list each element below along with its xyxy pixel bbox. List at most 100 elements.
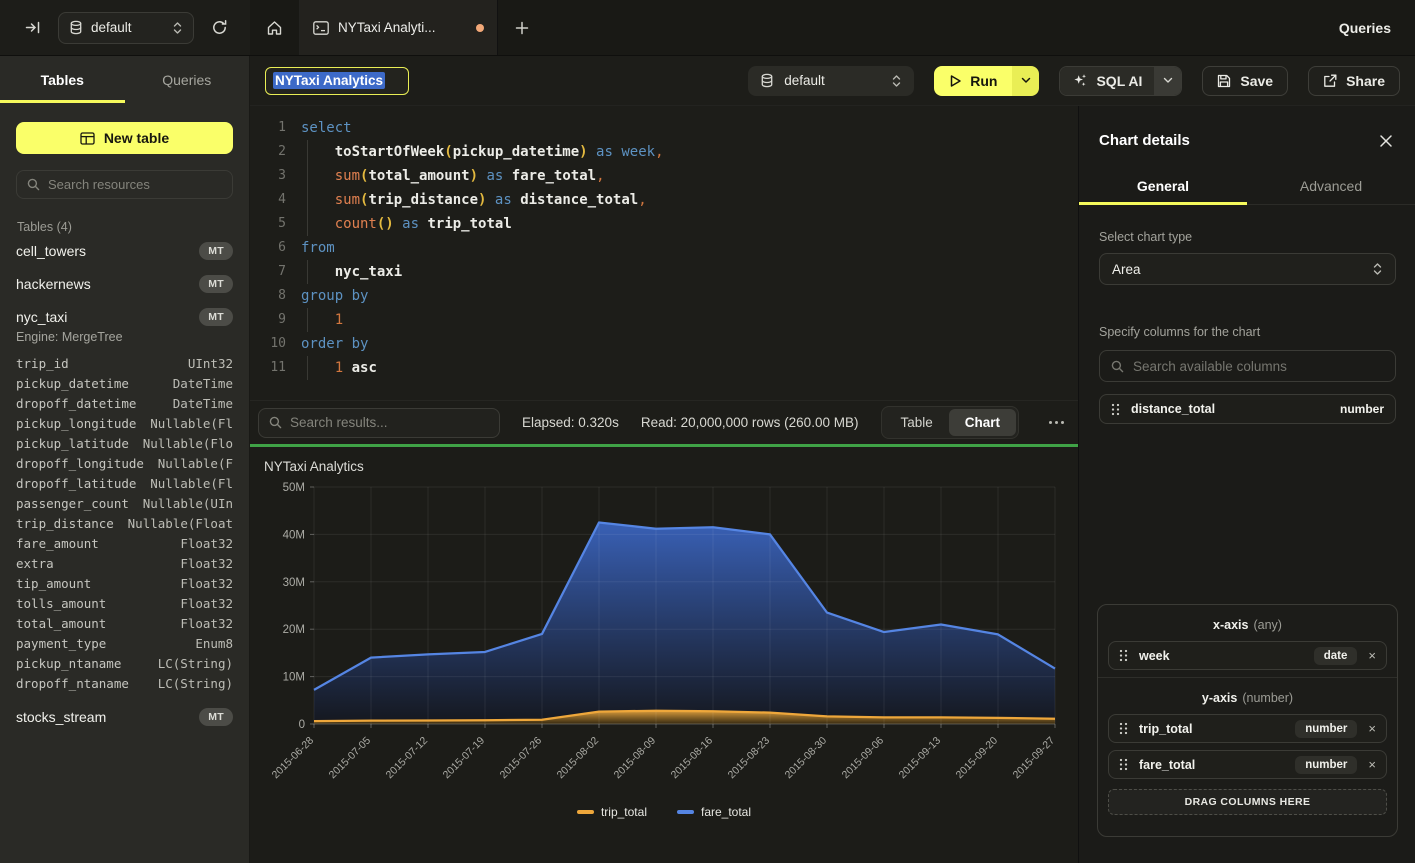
topbar-right: Queries [1313, 0, 1415, 55]
code-token: nyc_taxi [335, 264, 402, 280]
new-table-label: New table [104, 130, 169, 146]
code-token: () [377, 216, 394, 232]
column-name: trip_total [1139, 722, 1192, 736]
indent [301, 192, 335, 208]
sql-ai-options-button[interactable] [1154, 67, 1181, 95]
remove-column-button[interactable]: × [1368, 758, 1376, 771]
code-token: toStartOfWeek [335, 144, 445, 160]
save-button[interactable]: Save [1202, 66, 1288, 96]
code-content: sum(total_amount) as fare_total, [286, 164, 605, 188]
y-axis-item-fare_total[interactable]: fare_totalnumber× [1108, 750, 1387, 779]
column-name: fare_amount [16, 534, 99, 554]
x-tick-label: 2015-07-19 [441, 735, 488, 782]
table-item-hackernews[interactable]: hackernews MT [16, 267, 233, 300]
code-line: 11 1 asc [250, 356, 1078, 380]
code-token: distance_total [520, 192, 638, 208]
legend-item-fare_total[interactable]: fare_total [677, 805, 751, 819]
column-row: dropoff_latitudeNullable(Fl [16, 474, 233, 494]
results-more-button[interactable] [1049, 421, 1064, 424]
x-tick-label: 2015-07-26 [498, 735, 545, 782]
column-name: extra [16, 554, 54, 574]
select-chevrons-icon [891, 74, 902, 88]
topbar-left: default [0, 0, 250, 55]
code-token: ) [579, 144, 587, 160]
database-selector-query[interactable]: default [748, 66, 914, 96]
code-line: 5 count() as trip_total [250, 212, 1078, 236]
share-button[interactable]: Share [1308, 66, 1400, 96]
column-type: Nullable(UIn [143, 494, 233, 514]
queries-button-label: Queries [1339, 20, 1391, 36]
code-token [394, 216, 402, 232]
tab-general[interactable]: General [1079, 171, 1247, 204]
column-row: pickup_ntanameLC(String) [16, 654, 233, 674]
code-token: as [486, 168, 503, 184]
refresh-button[interactable] [206, 15, 232, 41]
sql-editor[interactable]: 1select2 toStartOfWeek(pickup_datetime) … [250, 106, 1078, 400]
view-toggle-table[interactable]: Table [884, 409, 948, 436]
line-number: 2 [250, 140, 286, 164]
results-search-input[interactable]: Search results... [258, 408, 500, 438]
drag-handle-icon [1119, 722, 1128, 735]
column-type: Enum8 [195, 634, 233, 654]
column-type: DateTime [173, 374, 233, 394]
query-title-input[interactable]: NYTaxi Analytics [265, 67, 409, 95]
code-token: trip_total [427, 216, 511, 232]
tab-nytaxi-analytics[interactable]: NYTaxi Analyti... [300, 0, 498, 55]
remove-column-button[interactable]: × [1368, 722, 1376, 735]
legend-label: fare_total [701, 805, 751, 819]
sidebar-search-input[interactable]: Search resources [16, 170, 233, 199]
table-item-stocks-stream[interactable]: stocks_stream MT [16, 700, 233, 733]
columns-search-input[interactable]: Search available columns [1099, 350, 1396, 382]
sidebar-tab-queries[interactable]: Queries [125, 56, 250, 103]
refresh-icon [211, 19, 228, 36]
chart-type-label: Select chart type [1099, 230, 1396, 244]
available-column-distance_total[interactable]: distance_totalnumber [1099, 394, 1396, 424]
code-line: 3 sum(total_amount) as fare_total, [250, 164, 1078, 188]
table-item-cell-towers[interactable]: cell_towers MT [16, 234, 233, 267]
code-token: order by [301, 336, 368, 352]
code-line: 7 nyc_taxi [250, 260, 1078, 284]
home-icon [266, 20, 283, 36]
new-table-button[interactable]: New table [16, 122, 233, 154]
table-name: cell_towers [16, 243, 86, 259]
y-axis-item-trip_total[interactable]: trip_totalnumber× [1108, 714, 1387, 743]
tab-advanced[interactable]: Advanced [1247, 171, 1415, 204]
y-axis-rows: trip_totalnumber× fare_totalnumber× [1098, 705, 1397, 779]
column-row: total_amountFloat32 [16, 614, 233, 634]
drop-zone[interactable]: DRAG COLUMNS HERE [1108, 789, 1387, 815]
code-token: as [402, 216, 419, 232]
column-name: pickup_latitude [16, 434, 129, 454]
table-item-nyc-taxi[interactable]: nyc_taxi MT [16, 300, 233, 333]
results-search-placeholder: Search results... [290, 415, 388, 430]
tab-home[interactable] [250, 0, 300, 55]
database-selector-value: default [784, 73, 881, 88]
new-tab-button[interactable] [498, 0, 546, 55]
sql-ai-button[interactable]: SQL AI [1060, 67, 1154, 95]
database-selector-topbar[interactable]: default [58, 12, 194, 44]
x-axis-item-week[interactable]: weekdate× [1108, 641, 1387, 670]
sql-ai-button-group: SQL AI [1059, 66, 1182, 96]
close-panel-button[interactable] [1379, 134, 1393, 148]
code-token: total_amount [368, 168, 469, 184]
column-type: Float32 [180, 614, 233, 634]
run-options-button[interactable] [1012, 66, 1039, 96]
code-token: ( [444, 144, 452, 160]
queries-button[interactable]: Queries [1313, 20, 1391, 36]
legend-item-trip_total[interactable]: trip_total [577, 805, 647, 819]
search-icon [269, 416, 282, 429]
chart-type-select[interactable]: Area [1099, 253, 1396, 285]
collapse-sidebar-button[interactable] [20, 15, 46, 41]
run-button[interactable]: Run [934, 66, 1012, 96]
chart-details-panel: Chart details General Advanced Select ch… [1078, 106, 1415, 863]
remove-column-button[interactable]: × [1368, 649, 1376, 662]
column-type: Float32 [180, 594, 233, 614]
line-number: 7 [250, 260, 286, 284]
code-token: asc [352, 360, 377, 376]
sidebar-tab-tables[interactable]: Tables [0, 56, 125, 103]
code-content: 1 [286, 308, 343, 332]
column-type: Float32 [180, 534, 233, 554]
table-icon [80, 132, 95, 145]
unsaved-changes-dot [476, 24, 484, 32]
view-toggle-chart[interactable]: Chart [949, 409, 1016, 436]
column-name: dropoff_datetime [16, 394, 136, 414]
